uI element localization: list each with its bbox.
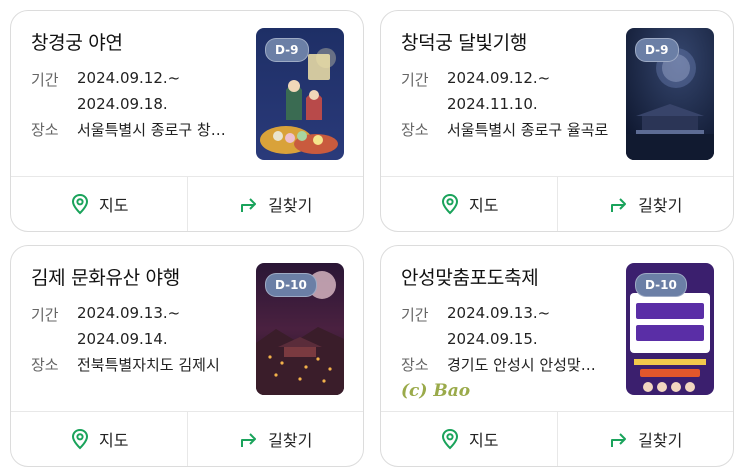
map-label: 지도 bbox=[99, 431, 129, 450]
date-end: 2024.09.18. bbox=[77, 95, 168, 113]
map-label: 지도 bbox=[469, 196, 499, 215]
date-start: 2024.09.12.~ bbox=[447, 69, 551, 87]
date-end: 2024.11.10. bbox=[447, 95, 538, 113]
date-start: 2024.09.13.~ bbox=[447, 304, 551, 322]
date-end: 2024.09.15. bbox=[447, 330, 538, 348]
d-day-badge: D-9 bbox=[635, 38, 679, 62]
place-value: 경기도 안성시 안성맞춤대로 bbox=[447, 356, 609, 374]
card-footer: 지도 길찾기 bbox=[381, 411, 733, 466]
place-label: 장소 bbox=[401, 121, 429, 139]
date-start: 2024.09.13.~ bbox=[77, 304, 181, 322]
event-card[interactable]: 창덕궁 달빛기행 기간 2024.09.12.~ 2024.11.10. 장소 서울… bbox=[380, 10, 734, 232]
card-footer: 지도 길찾기 bbox=[11, 176, 363, 231]
map-button[interactable]: 지도 bbox=[381, 412, 557, 466]
event-poster[interactable]: D-9 bbox=[626, 28, 714, 160]
map-button[interactable]: 지도 bbox=[11, 177, 187, 231]
watermark-text: (c) Bao bbox=[401, 381, 471, 401]
directions-arrow-icon bbox=[611, 433, 627, 447]
date-label: 기간 bbox=[31, 71, 59, 89]
event-poster[interactable]: D-9 bbox=[256, 28, 344, 160]
date-label: 기간 bbox=[401, 306, 429, 324]
directions-label: 길찾기 bbox=[638, 196, 683, 215]
event-title[interactable]: 창경궁 야연 bbox=[31, 28, 123, 55]
event-card[interactable]: 창경궁 야연 기간 2024.09.12.~ 2024.09.18. 장소 서울특별… bbox=[10, 10, 364, 232]
map-pin-icon bbox=[72, 193, 89, 215]
directions-arrow-icon bbox=[241, 198, 257, 212]
d-day-badge: D-10 bbox=[265, 273, 317, 297]
event-title[interactable]: 창덕궁 달빛기행 bbox=[401, 28, 527, 55]
directions-button[interactable]: 길찾기 bbox=[556, 177, 734, 231]
directions-button[interactable]: 길찾기 bbox=[186, 177, 364, 231]
map-label: 지도 bbox=[469, 431, 499, 450]
directions-arrow-icon bbox=[241, 433, 257, 447]
date-end: 2024.09.14. bbox=[77, 330, 168, 348]
place-value: 서울특별시 종로구 창경궁로 bbox=[77, 121, 239, 139]
directions-button[interactable]: 길찾기 bbox=[556, 412, 734, 466]
date-label: 기간 bbox=[31, 306, 59, 324]
map-button[interactable]: 지도 bbox=[11, 412, 187, 466]
place-label: 장소 bbox=[31, 356, 59, 374]
map-pin-icon bbox=[72, 428, 89, 450]
event-poster[interactable]: D-10 bbox=[256, 263, 344, 395]
place-value: 서울특별시 종로구 율곡로 bbox=[447, 121, 609, 139]
event-card[interactable]: 김제 문화유산 야행 기간 2024.09.13.~ 2024.09.14. 장소… bbox=[10, 245, 364, 467]
directions-arrow-icon bbox=[611, 198, 627, 212]
d-day-badge: D-10 bbox=[635, 273, 687, 297]
directions-button[interactable]: 길찾기 bbox=[186, 412, 364, 466]
place-value: 전북특별자치도 김제시 bbox=[77, 356, 220, 374]
map-pin-icon bbox=[442, 193, 459, 215]
place-label: 장소 bbox=[31, 121, 59, 139]
map-label: 지도 bbox=[99, 196, 129, 215]
place-label: 장소 bbox=[401, 356, 429, 374]
event-title[interactable]: 안성맞춤포도축제 bbox=[401, 263, 539, 290]
directions-label: 길찾기 bbox=[638, 431, 683, 450]
directions-label: 길찾기 bbox=[268, 431, 313, 450]
map-pin-icon bbox=[442, 428, 459, 450]
map-button[interactable]: 지도 bbox=[381, 177, 557, 231]
date-start: 2024.09.12.~ bbox=[77, 69, 181, 87]
card-footer: 지도 길찾기 bbox=[11, 411, 363, 466]
card-footer: 지도 길찾기 bbox=[381, 176, 733, 231]
directions-label: 길찾기 bbox=[268, 196, 313, 215]
event-card[interactable]: 안성맞춤포도축제 기간 2024.09.13.~ 2024.09.15. 장소 경기… bbox=[380, 245, 734, 467]
d-day-badge: D-9 bbox=[265, 38, 309, 62]
event-poster[interactable]: D-10 bbox=[626, 263, 714, 395]
date-label: 기간 bbox=[401, 71, 429, 89]
event-title[interactable]: 김제 문화유산 야행 bbox=[31, 263, 180, 290]
